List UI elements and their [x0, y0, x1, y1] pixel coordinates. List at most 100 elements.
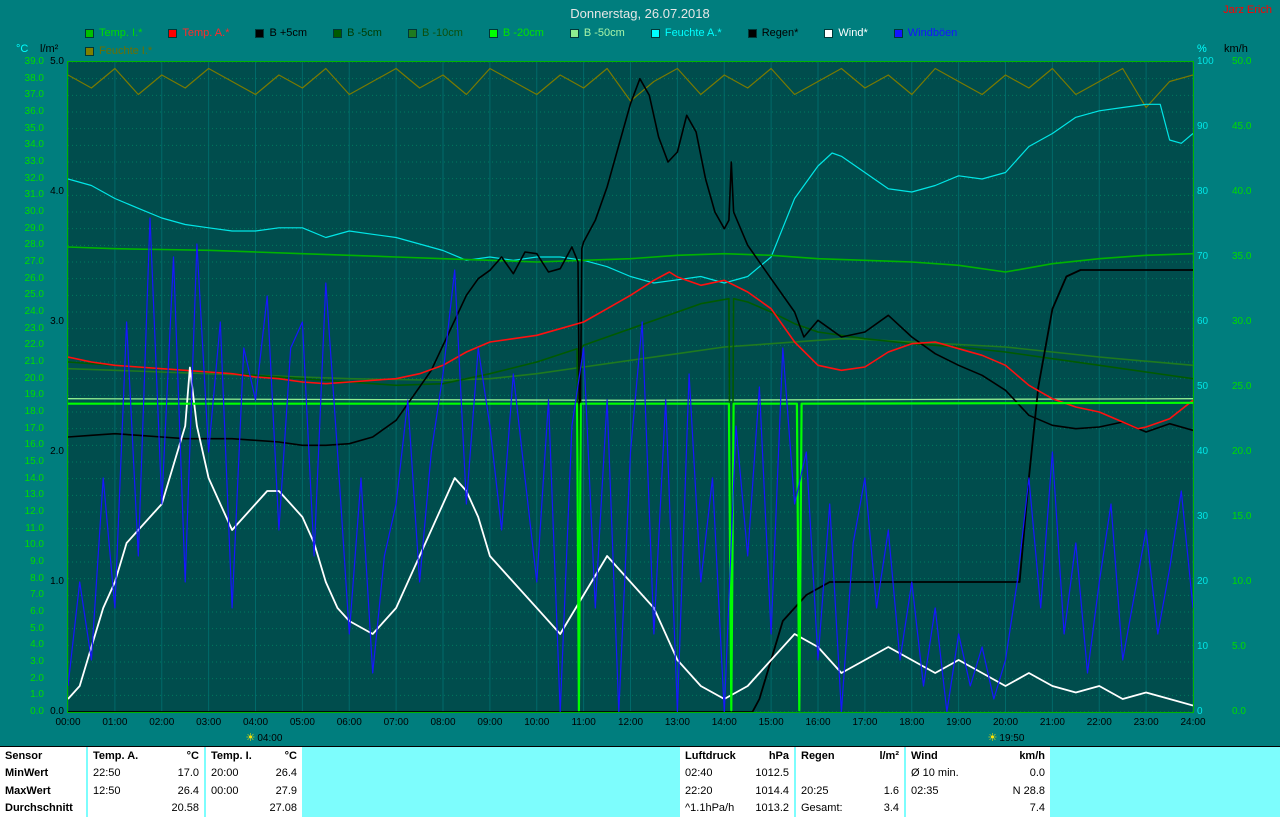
legend-item-temp-i: Temp. I.* [85, 27, 142, 39]
axis-unit-pct: % [1197, 44, 1207, 55]
table-group-temp-a: Temp. A.°C22:5017.012:5026.4 20.58 [88, 747, 204, 817]
group-header: Temp. I. [211, 750, 252, 762]
y-axis-label-pct: 100 [1197, 56, 1225, 67]
axis-unit-tempC: °C [16, 44, 28, 55]
table-row: MaxWert [0, 782, 86, 800]
table-row: 20.58 [88, 800, 204, 817]
x-axis-label: 04:00 [236, 717, 276, 728]
chart-plot-area [68, 62, 1193, 712]
legend-item-b-20cm: B -20cm [489, 27, 544, 39]
x-axis-label: 19:00 [939, 717, 979, 728]
b-50cm-swatch-icon [570, 29, 579, 38]
legend-label: B -10cm [422, 27, 463, 39]
x-axis-label: 12:00 [611, 717, 651, 728]
y-axis-label-kmh: 10.0 [1232, 576, 1268, 587]
cell-value: 1012.5 [755, 767, 789, 779]
legend-label: Windböen [908, 27, 958, 39]
table-header-row: Temp. A.°C [88, 747, 204, 765]
y-axis-label-tempC: 25.0 [2, 289, 44, 300]
sensor-column: SensorMinWertMaxWertDurchschnitt [0, 747, 86, 817]
y-axis-label-tempC: 33.0 [2, 156, 44, 167]
group-header: Luftdruck [685, 750, 736, 762]
y-axis-label-tempC: 28.0 [2, 239, 44, 250]
b-10cm-swatch-icon [408, 29, 417, 38]
cell-time: ^1.1hPa/h [685, 802, 734, 814]
cell-value: N 28.8 [1013, 785, 1045, 797]
b-5cm-swatch-icon [333, 29, 342, 38]
x-axis-label: 15:00 [751, 717, 791, 728]
table-row: 27.08 [206, 800, 302, 817]
y-axis-label-tempC: 12.0 [2, 506, 44, 517]
y-axis-label-lm2: 3.0 [46, 316, 64, 327]
table-row: 02:401012.5 [680, 765, 794, 783]
x-axis-label: 22:00 [1079, 717, 1119, 728]
y-axis-label-tempC: 16.0 [2, 439, 44, 450]
y-axis-label-tempC: 22.0 [2, 339, 44, 350]
axis-unit-kmh: km/h [1224, 44, 1248, 55]
cell-value: 1013.2 [755, 802, 789, 814]
y-axis-label-tempC: 7.0 [2, 589, 44, 600]
y-axis-label-pct: 70 [1197, 251, 1225, 262]
x-axis-label: 11:00 [564, 717, 604, 728]
table-row: 22:5017.0 [88, 765, 204, 783]
cell-value: 7.4 [1030, 802, 1045, 814]
y-axis-label-tempC: 29.0 [2, 223, 44, 234]
y-axis-label-tempC: 20.0 [2, 373, 44, 384]
legend-item-windb-en: Windböen [894, 27, 958, 39]
chart-legend-row-2: Feuchte I.* [85, 45, 178, 57]
windb-en-swatch-icon [894, 29, 903, 38]
y-axis-label-kmh: 35.0 [1232, 251, 1268, 262]
cell-time: 02:35 [911, 785, 939, 797]
cell-value: 0.0 [1030, 767, 1045, 779]
y-axis-label-tempC: 21.0 [2, 356, 44, 367]
cell-time: 12:50 [93, 785, 121, 797]
cell-value: 17.0 [178, 767, 199, 779]
group-unit: °C [187, 750, 199, 762]
regen-swatch-icon [748, 29, 757, 38]
y-axis-label-lm2: 4.0 [46, 186, 64, 197]
group-unit: l/m² [879, 750, 899, 762]
table-row: 12:5026.4 [88, 782, 204, 800]
sunset-marker: ☀19:50 [988, 731, 1025, 744]
table-row: Durchschnitt [0, 800, 86, 817]
cell-time: 22:20 [685, 785, 713, 797]
y-axis-label-pct: 80 [1197, 186, 1225, 197]
group-header: Wind [911, 750, 938, 762]
table-row: Gesamt: 3.4 [796, 800, 904, 817]
cell-value: 20.58 [171, 802, 199, 814]
legend-item-b-10cm: B -10cm [408, 27, 463, 39]
x-axis-label: 09:00 [470, 717, 510, 728]
x-axis-label: 01:00 [95, 717, 135, 728]
cell-value: 3.4 [884, 802, 899, 814]
table-row: 02:35 N 28.8 [906, 782, 1050, 800]
group-unit: km/h [1019, 750, 1045, 762]
page-title: Donnerstag, 26.07.2018 [0, 6, 1280, 21]
table-header-row: Regenl/m² [796, 747, 904, 765]
b-20cm-swatch-icon [489, 29, 498, 38]
sunset-icon: ☀ [988, 732, 998, 744]
table-row: MinWert [0, 765, 86, 783]
y-axis-label-tempC: 10.0 [2, 539, 44, 550]
y-axis-label-tempC: 23.0 [2, 323, 44, 334]
legend-item-b-5cm: B -5cm [333, 27, 382, 39]
x-axis-label: 21:00 [1032, 717, 1072, 728]
cell-time: Gesamt: [801, 802, 843, 814]
legend-label: Temp. I.* [99, 27, 142, 39]
y-axis-label-pct: 90 [1197, 121, 1225, 132]
table-header-row: Temp. I.°C [206, 747, 302, 765]
table-group-temp-i: Temp. I.°C20:0026.400:0027.927.08 [206, 747, 302, 817]
feuchte-i-swatch-icon [85, 47, 94, 56]
legend-item-b-5cm: B +5cm [255, 27, 307, 39]
legend-item-regen: Regen* [748, 27, 799, 39]
axis-unit-lm2: l/m² [40, 44, 58, 55]
station-owner-label: Jarz Erich [1223, 4, 1272, 16]
x-axis-label: 05:00 [282, 717, 322, 728]
table-row: Ø 10 min.0.0 [906, 765, 1050, 783]
stats-table: SensorMinWertMaxWertDurchschnittTemp. A.… [0, 746, 1280, 817]
y-axis-label-tempC: 36.0 [2, 106, 44, 117]
y-axis-label-tempC: 30.0 [2, 206, 44, 217]
y-axis-label-lm2: 2.0 [46, 446, 64, 457]
x-axis-label: 10:00 [517, 717, 557, 728]
legend-item-feuchte-i: Feuchte I.* [85, 45, 152, 57]
wind-swatch-icon [824, 29, 833, 38]
